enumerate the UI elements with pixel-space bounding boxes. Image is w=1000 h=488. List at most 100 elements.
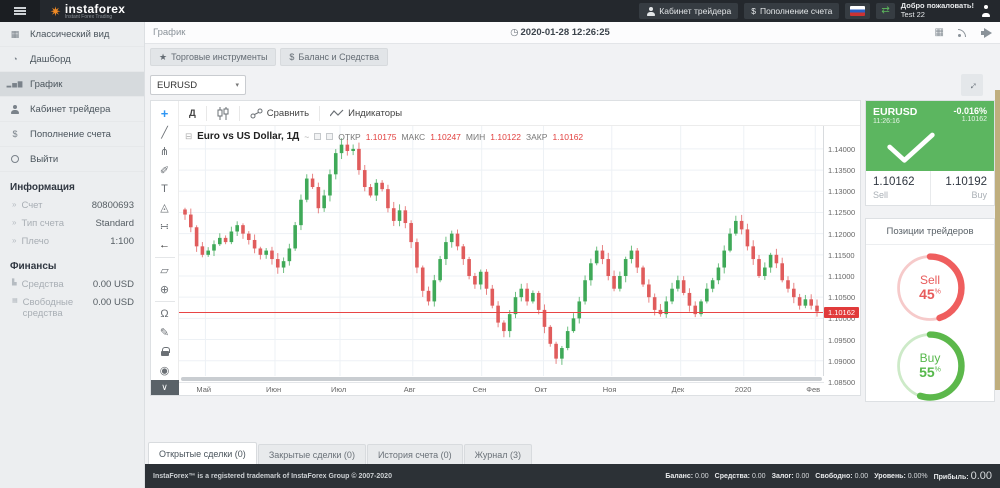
legend-toggle-icon[interactable] — [326, 133, 333, 140]
close-label: ЗАКР — [526, 132, 547, 142]
sidebar-item-trader-cabinet[interactable]: Кабинет трейдера — [0, 97, 144, 122]
profit-label: Прибыль: — [934, 474, 969, 481]
grid-mini-icon: ▦ — [12, 297, 18, 304]
dashboard-icon: ◔ — [0, 54, 30, 64]
username: Test 22 — [901, 10, 925, 19]
pencil-lock-tool-icon[interactable]: ✎ — [154, 324, 176, 342]
last-price-line — [179, 312, 823, 313]
stat-label: Баланс: — [665, 473, 693, 480]
drawing-toolbar: + ╱ ⋔ ✐ T ◬ ∺ ← ▱ ⊕ Ω ✎ — [151, 101, 179, 395]
symbol-select[interactable]: EURUSD ▾ — [150, 75, 246, 95]
trader-cabinet-button[interactable]: Кабинет трейдера — [639, 3, 738, 19]
tab-journal[interactable]: Журнал (3) — [464, 444, 532, 464]
xabcd-pattern-tool-icon[interactable]: ◬ — [154, 199, 176, 217]
quote-card[interactable]: EURUSD 11:26:16 -0.016% 1.10162 — [865, 100, 995, 206]
scrollbar-handle[interactable] — [181, 377, 822, 381]
sidebar-item-label: Выйти — [30, 154, 58, 165]
menu-toggle-button[interactable] — [0, 0, 40, 22]
legend-toggle-icon[interactable] — [314, 133, 321, 140]
balance-funds-button[interactable]: $ Баланс и Средства — [280, 48, 388, 66]
tab-closed-trades[interactable]: Закрытые сделки (0) — [258, 444, 366, 464]
time-tick: Июл — [331, 385, 346, 394]
price-tick: 1.12500 — [828, 208, 855, 217]
indicators-button[interactable]: Индикаторы — [320, 106, 412, 121]
price-tick: 1.11000 — [828, 272, 855, 281]
account-summary: Баланс: 0.00 Средства: 0.00 Залог: 0.00 … — [665, 470, 992, 482]
buy-label: Buy — [938, 190, 988, 200]
avatar-icon[interactable] — [980, 5, 992, 17]
sidebar-item-label: Классический вид — [30, 29, 109, 40]
stat-value: 0.00 — [752, 473, 766, 480]
expand-icon: ↔ — [964, 77, 980, 93]
megaphone-icon[interactable] — [981, 28, 992, 38]
sidebar: ▦ Классический вид ◔ Дашборд ▂▅▇ График … — [0, 22, 145, 488]
tab-open-trades[interactable]: Открытые сделки (0) — [148, 442, 257, 464]
info-value: Standard — [95, 218, 134, 229]
trend-line-tool-icon[interactable]: ╱ — [154, 124, 176, 142]
info-row-account: » Счет 80800693 — [0, 197, 144, 215]
sidebar-item-deposit[interactable]: $ Пополнение счета — [0, 122, 144, 147]
rss-icon[interactable] — [958, 28, 967, 37]
deposit-button[interactable]: $ Пополнение счета — [744, 3, 839, 19]
sidebar-item-logout[interactable]: Выйти — [0, 147, 144, 172]
price-tick: 1.09500 — [828, 336, 855, 345]
pitchfork-tool-icon[interactable]: ⋔ — [154, 143, 176, 161]
price-axis[interactable]: 1.10162 1.140001.135001.130001.125001.12… — [824, 126, 860, 395]
app-window: ✷ instaforex Instant Forex Trading Кабин… — [0, 0, 1000, 488]
zoom-in-tool-icon[interactable]: ⊕ — [154, 280, 176, 298]
exchange-button[interactable]: ⇄ — [876, 3, 894, 19]
time-tick: Ноя — [603, 385, 617, 394]
interval-button[interactable]: Д — [179, 106, 207, 121]
time-axis[interactable]: МайИюнИюлАвгСенОктНояДек2020Фев — [179, 382, 824, 395]
stat-value: 0.00 — [796, 473, 810, 480]
price-tick: 1.08500 — [828, 378, 855, 387]
language-switcher[interactable] — [845, 3, 870, 19]
trading-instruments-button[interactable]: ★ Торговые инструменты — [150, 48, 276, 66]
candlestick-plot[interactable]: ⊟ Euro vs US Dollar, 1Д ~ ОТКР1.10175 МА… — [179, 126, 824, 376]
low-label: МИН — [466, 132, 485, 142]
arrow-tool-icon[interactable]: ← — [154, 237, 176, 255]
collapse-legend-icon[interactable]: ⊟ — [185, 131, 192, 142]
lock-all-tool-icon[interactable] — [154, 342, 176, 360]
toolbar-collapse-button[interactable]: ∨ — [151, 380, 179, 395]
visibility-tool-icon[interactable]: ◉ — [154, 361, 176, 379]
forecast-tool-icon[interactable]: ∺ — [154, 218, 176, 236]
sidebar-item-dashboard[interactable]: ◔ Дашборд — [0, 47, 144, 72]
quote-header: EURUSD 11:26:16 -0.016% 1.10162 — [866, 101, 994, 171]
balance-funds-label: Баланс и Средства — [298, 52, 379, 62]
indicators-icon — [330, 109, 344, 118]
magnet-tool-icon[interactable]: Ω — [154, 305, 176, 323]
indicators-label: Индикаторы — [348, 108, 402, 119]
calendar-icon[interactable]: ▦ — [935, 27, 944, 38]
price-tick: 1.10500 — [828, 293, 855, 302]
chevron-down-icon: ∨ — [161, 382, 168, 393]
sidebar-item-chart[interactable]: ▂▅▇ График — [0, 72, 144, 97]
tab-account-history[interactable]: История счета (0) — [367, 444, 463, 464]
time-tick: Авг — [404, 385, 416, 394]
compare-button[interactable]: Сравнить — [240, 106, 320, 121]
quote-price: 1.10162 — [953, 116, 987, 123]
buy-price: 1.10192 — [938, 176, 988, 188]
buy-quote[interactable]: 1.10192 Buy — [930, 171, 995, 205]
candlestick-icon — [217, 107, 229, 120]
stat-label: Залог: — [772, 473, 794, 480]
percent-sign: % — [935, 288, 941, 295]
stat-label: Средства: — [715, 473, 750, 480]
text-tool-icon[interactable]: T — [154, 180, 176, 198]
sidebar-item-classic-view[interactable]: ▦ Классический вид — [0, 22, 144, 47]
sidebar-item-label: График — [30, 79, 62, 90]
russian-flag-icon — [850, 6, 865, 16]
clock-icon: ◷ — [510, 27, 518, 38]
banner-edge-strip — [995, 90, 1000, 390]
brand-logo[interactable]: ✷ instaforex Instant Forex Trading — [50, 3, 125, 20]
symbol-row: EURUSD ▾ ↔ — [145, 70, 1000, 100]
trader-positions-title: Позиции трейдеров — [866, 219, 994, 245]
sell-quote[interactable]: 1.10162 Sell — [866, 171, 930, 205]
chart-style-button[interactable] — [207, 106, 240, 121]
crosshair-tool-icon[interactable]: + — [154, 105, 176, 123]
buy-donut-pct: 55 — [919, 364, 935, 380]
brush-tool-icon[interactable]: ✐ — [154, 161, 176, 179]
price-tick: 1.11500 — [828, 251, 855, 260]
fullscreen-button[interactable]: ↔ — [961, 74, 983, 96]
ruler-tool-icon[interactable]: ▱ — [154, 261, 176, 279]
